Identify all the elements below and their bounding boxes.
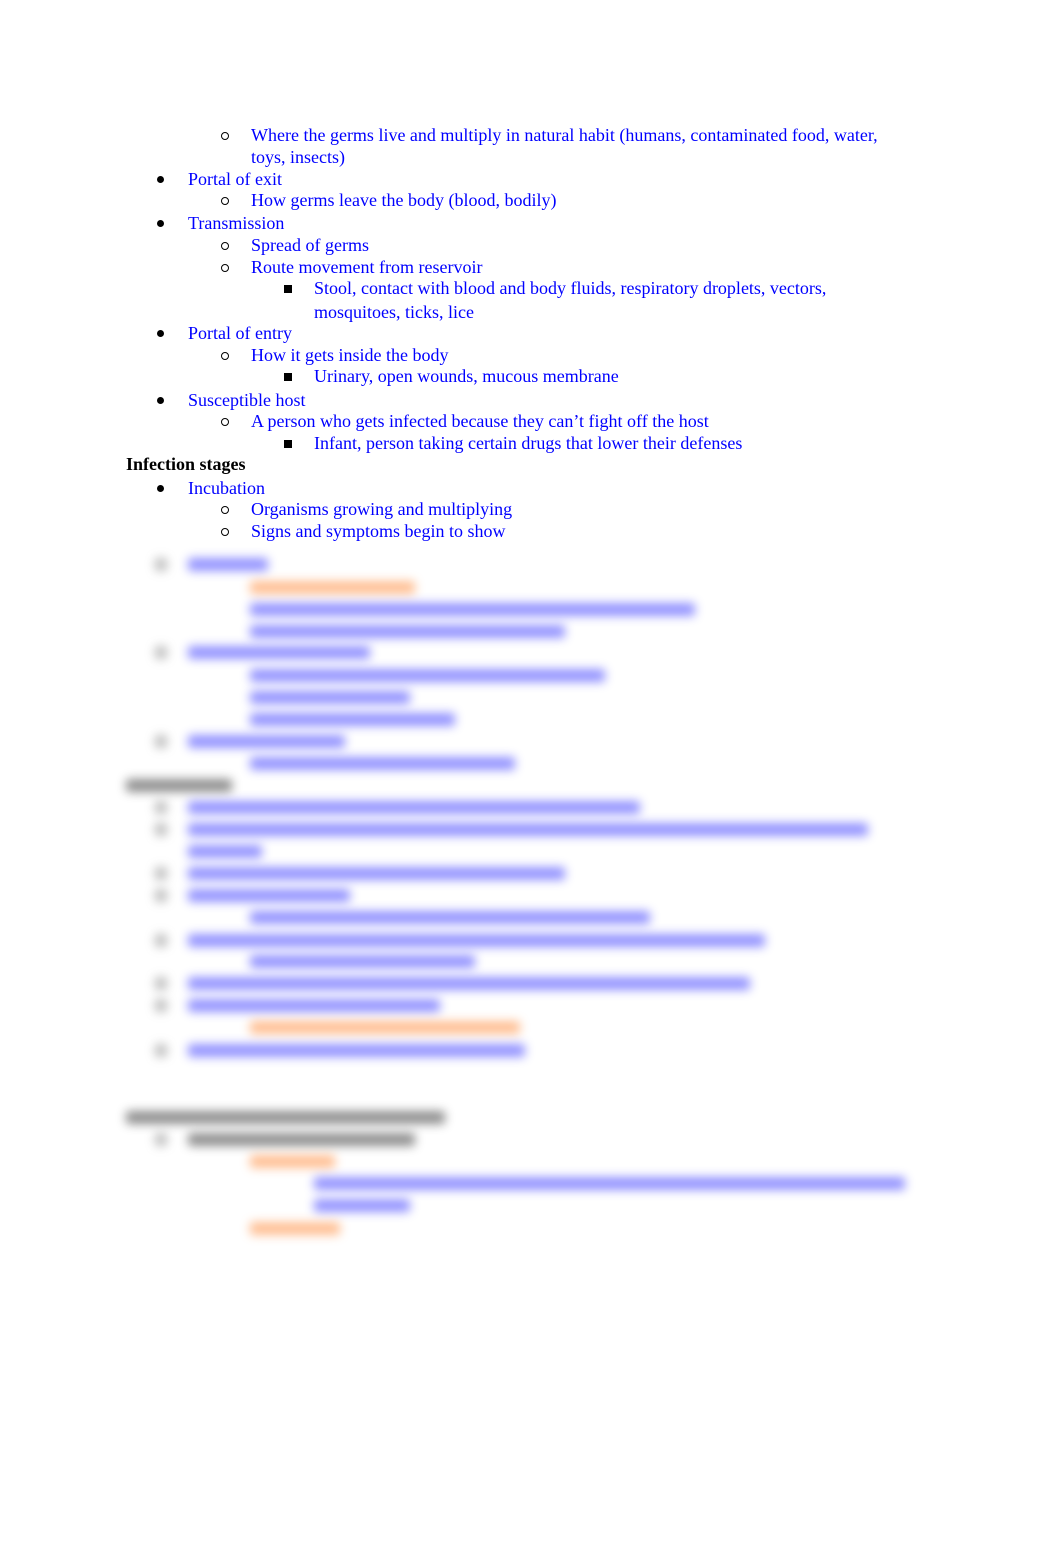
list-item: Where the germs live and multiply in nat… <box>251 125 878 145</box>
blurred-bullet-icon <box>155 1044 167 1057</box>
blurred-line <box>188 999 440 1012</box>
bullet-disc-icon <box>157 485 164 492</box>
blurred-line <box>250 625 565 638</box>
bullet-disc-icon <box>157 330 164 337</box>
list-item: How germs leave the body (blood, bodily) <box>251 190 557 210</box>
bullet-disc-icon <box>157 220 164 227</box>
list-item: Portal of entry <box>188 323 292 343</box>
blurred-line <box>126 1111 445 1124</box>
list-item: A person who gets infected because they … <box>251 411 709 431</box>
blurred-line <box>250 1222 340 1235</box>
blurred-line <box>314 1177 905 1190</box>
blurred-bullet-icon <box>155 977 167 990</box>
section-heading-infection-stages: Infection stages <box>126 454 246 474</box>
blurred-line <box>188 823 868 836</box>
blurred-line <box>250 1021 520 1034</box>
bullet-circle-icon <box>221 264 229 272</box>
blurred-line <box>250 669 605 682</box>
blurred-bullet-icon <box>155 735 167 748</box>
bullet-square-icon <box>284 373 292 381</box>
blurred-line <box>314 1199 410 1212</box>
list-item: mosquitoes, ticks, lice <box>314 302 474 322</box>
list-item: Urinary, open wounds, mucous membrane <box>314 366 619 386</box>
bullet-disc-icon <box>157 176 164 183</box>
blurred-bullet-icon <box>155 1133 167 1146</box>
blurred-line <box>250 757 515 770</box>
blurred-line <box>250 911 650 924</box>
list-item: How it gets inside the body <box>251 345 449 365</box>
blurred-line <box>188 934 765 947</box>
blurred-line <box>250 713 455 726</box>
blurred-bullet-icon <box>155 889 167 902</box>
blurred-line <box>188 735 345 748</box>
blurred-line <box>188 1133 415 1146</box>
list-item: Signs and symptoms begin to show <box>251 521 506 541</box>
list-item: Infant, person taking certain drugs that… <box>314 433 743 453</box>
bullet-circle-icon <box>221 242 229 250</box>
bullet-square-icon <box>284 440 292 448</box>
blurred-line <box>250 581 415 594</box>
list-item: Route movement from reservoir <box>251 257 483 277</box>
bullet-circle-icon <box>221 528 229 536</box>
blurred-line <box>188 977 750 990</box>
blurred-line <box>188 801 640 814</box>
list-item: Transmission <box>188 213 285 233</box>
bullet-circle-icon <box>221 132 229 140</box>
blurred-line <box>188 558 268 571</box>
blurred-line <box>250 1155 335 1168</box>
bullet-circle-icon <box>221 352 229 360</box>
blurred-bullet-icon <box>155 999 167 1012</box>
blurred-line <box>188 1044 525 1057</box>
blurred-line <box>188 646 370 659</box>
list-item: Portal of exit <box>188 169 282 189</box>
blurred-line <box>188 867 565 880</box>
blurred-bullet-icon <box>155 934 167 947</box>
bullet-disc-icon <box>157 397 164 404</box>
bullet-circle-icon <box>221 418 229 426</box>
blurred-line <box>188 845 262 858</box>
list-item: Incubation <box>188 478 265 498</box>
blurred-bullet-icon <box>155 823 167 836</box>
blurred-line <box>250 955 475 968</box>
bullet-circle-icon <box>221 506 229 514</box>
blurred-line <box>250 691 410 704</box>
blurred-line <box>126 779 232 792</box>
blurred-bullet-icon <box>155 801 167 814</box>
list-item: toys, insects) <box>251 147 345 167</box>
blurred-bullet-icon <box>155 867 167 880</box>
bullet-circle-icon <box>221 197 229 205</box>
list-item: Susceptible host <box>188 390 306 410</box>
blurred-bullet-icon <box>155 558 167 571</box>
blurred-line <box>250 603 695 616</box>
list-item: Organisms growing and multiplying <box>251 499 513 519</box>
bullet-square-icon <box>284 285 292 293</box>
blurred-line <box>188 889 350 902</box>
list-item: Spread of germs <box>251 235 369 255</box>
list-item: Stool, contact with blood and body fluid… <box>314 278 827 298</box>
blurred-bullet-icon <box>155 646 167 659</box>
